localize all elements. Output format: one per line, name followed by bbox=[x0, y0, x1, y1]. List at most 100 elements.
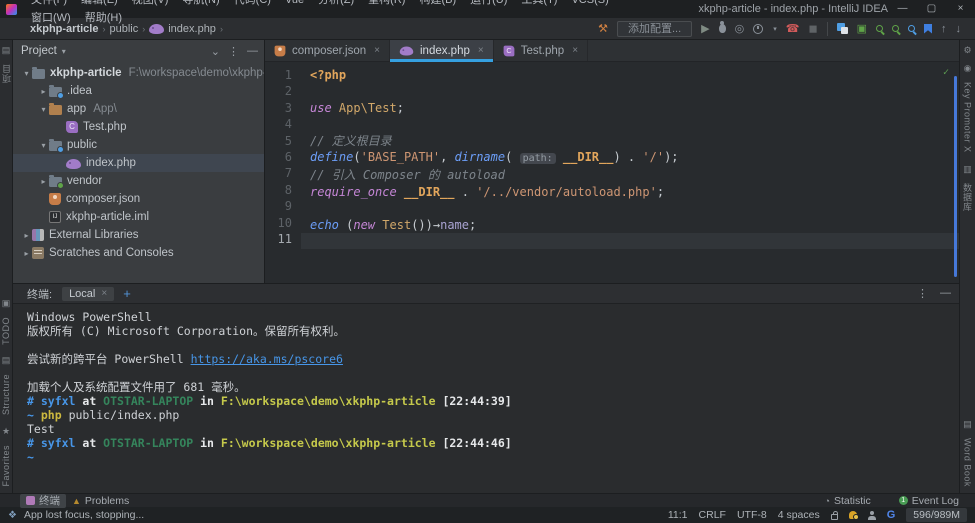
build-hammer-icon[interactable]: ⚒ bbox=[598, 22, 608, 36]
stop-icon[interactable]: ◼ bbox=[808, 22, 817, 36]
caret-position-widget[interactable]: 11:1 bbox=[668, 509, 688, 521]
code-editor[interactable]: 1234567891011 <?php use App\Test; // 定义根… bbox=[265, 62, 959, 283]
profiler-clock-icon bbox=[753, 24, 763, 34]
bookmark-icon[interactable] bbox=[924, 24, 932, 34]
chevron-open-icon[interactable]: ▾ bbox=[38, 105, 49, 114]
search-blue-icon[interactable] bbox=[908, 25, 915, 32]
indent-widget[interactable]: 4 spaces bbox=[778, 509, 820, 521]
terminal-options-icon[interactable]: ⋮ bbox=[917, 287, 928, 300]
terminal-output[interactable]: Windows PowerShell版权所有 (C) Microsoft Cor… bbox=[13, 304, 959, 493]
event-log-button[interactable]: 1 Event Log bbox=[893, 494, 965, 508]
stripe-label-数据库[interactable]: 数据库 bbox=[961, 183, 974, 212]
menu-item-代码[interactable]: 代码(C) bbox=[227, 0, 278, 6]
tool-window-switcher-icon[interactable]: ❖ bbox=[8, 510, 17, 521]
tree-item[interactable]: ▾appApp\ bbox=[13, 100, 264, 118]
encoding-widget[interactable]: UTF-8 bbox=[737, 509, 767, 521]
memory-indicator[interactable]: 596/989M bbox=[906, 508, 967, 522]
stripe-label-Word Book[interactable]: Word Book bbox=[963, 438, 973, 487]
profiler-clock-icon[interactable] bbox=[753, 24, 763, 34]
notification-bell-icon[interactable] bbox=[849, 511, 857, 519]
tree-item[interactable]: ▸Scratches and Consoles bbox=[13, 244, 264, 262]
run-icon[interactable]: ▶ bbox=[701, 22, 709, 36]
nav-up-icon[interactable]: ↑ bbox=[941, 22, 947, 36]
terminal-tab-local[interactable]: Local × bbox=[62, 287, 114, 301]
attach-process-icon[interactable]: ☎ bbox=[786, 22, 800, 36]
code-token: ( bbox=[339, 218, 353, 232]
editor-scrollbar[interactable] bbox=[954, 76, 957, 277]
close-icon[interactable]: × bbox=[374, 45, 380, 56]
menu-item-分析[interactable]: 分析(Z) bbox=[311, 0, 361, 6]
breadcrumb-item[interactable]: index.php bbox=[168, 23, 216, 35]
run-coverage-icon[interactable]: ◎ bbox=[735, 22, 745, 36]
tree-item[interactable]: ▸External Libraries bbox=[13, 226, 264, 244]
tab-index.php[interactable]: index.php× bbox=[390, 40, 494, 61]
tree-item[interactable]: index.php bbox=[13, 154, 264, 172]
tree-item[interactable]: ▾xkphp-articleF:\workspace\demo\xkphp-ar… bbox=[13, 64, 264, 82]
tree-item[interactable]: ▸.idea bbox=[13, 82, 264, 100]
terminal-hide-icon[interactable]: — bbox=[940, 287, 951, 300]
menu-item-Vue[interactable]: Vue bbox=[278, 0, 311, 6]
class-icon: C bbox=[503, 45, 514, 56]
run-configuration-combo[interactable]: 添加配置... bbox=[617, 21, 692, 37]
problems-toolwindow-button[interactable]: ▲ Problems bbox=[66, 494, 135, 508]
close-icon[interactable]: × bbox=[101, 288, 107, 299]
tree-item[interactable]: IJxkphp-article.iml bbox=[13, 208, 264, 226]
menu-item-运行[interactable]: 运行(U) bbox=[463, 0, 514, 6]
stripe-label-项目[interactable]: 项目 bbox=[0, 64, 13, 83]
chevron-open-icon[interactable]: ▾ bbox=[38, 141, 49, 150]
editor-code-line: // 定义根目录 bbox=[301, 133, 959, 149]
lock-icon[interactable] bbox=[831, 514, 838, 520]
stripe-label-Structure[interactable]: Structure bbox=[1, 374, 11, 415]
codeglance-icon[interactable]: ▣ bbox=[857, 22, 867, 36]
minimize-button[interactable]: — bbox=[888, 0, 917, 18]
collapse-all-icon[interactable]: ⌄ bbox=[211, 45, 220, 58]
hide-panel-icon[interactable]: — bbox=[247, 45, 258, 58]
more-options-icon[interactable]: ⋮ bbox=[228, 45, 239, 58]
terminal-toolwindow-button[interactable]: 终端 bbox=[20, 494, 66, 508]
project-panel-title[interactable]: Project bbox=[21, 45, 57, 57]
close-icon[interactable]: × bbox=[478, 45, 484, 56]
tree-item[interactable]: ▾public bbox=[13, 136, 264, 154]
chevron-closed-icon[interactable]: ▸ bbox=[21, 231, 32, 240]
menu-item-重构[interactable]: 重构(R) bbox=[361, 0, 412, 6]
find-in-path-icon[interactable] bbox=[892, 25, 899, 32]
menu-item-VCS[interactable]: VCS(S) bbox=[564, 0, 615, 6]
project-tree: ▾xkphp-articleF:\workspace\demo\xkphp-ar… bbox=[13, 62, 264, 283]
line-number: 11 bbox=[265, 231, 292, 247]
debug-bug-icon[interactable] bbox=[719, 24, 726, 33]
tree-item[interactable]: ▸vendor bbox=[13, 172, 264, 190]
close-icon[interactable]: × bbox=[572, 45, 578, 56]
close-button[interactable]: × bbox=[946, 0, 975, 18]
breadcrumb-item[interactable]: xkphp-article bbox=[30, 23, 98, 35]
tree-item-label: xkphp-article.iml bbox=[66, 211, 149, 223]
terminal-link[interactable]: https://aka.ms/pscore6 bbox=[191, 352, 343, 366]
new-terminal-button[interactable]: + bbox=[123, 286, 131, 301]
nav-down-icon[interactable]: ↓ bbox=[956, 22, 962, 36]
menu-item-视图[interactable]: 视图(V) bbox=[125, 0, 176, 6]
parameter-hint: path: bbox=[520, 153, 556, 164]
chevron-closed-icon[interactable]: ▸ bbox=[38, 87, 49, 96]
menu-item-构建[interactable]: 构建(B) bbox=[412, 0, 463, 6]
stripe-label-TODO[interactable]: TODO bbox=[1, 317, 11, 345]
menu-item-工具[interactable]: 工具(T) bbox=[514, 0, 564, 6]
tree-item[interactable]: composer.json bbox=[13, 190, 264, 208]
menu-item-导航[interactable]: 导航(N) bbox=[175, 0, 226, 6]
chevron-closed-icon[interactable]: ▸ bbox=[21, 249, 32, 258]
google-translate-icon[interactable]: G bbox=[887, 509, 896, 521]
stripe-label-Key Promoter X[interactable]: Key Promoter X bbox=[963, 82, 973, 153]
search-everywhere-icon[interactable] bbox=[876, 25, 883, 32]
maximize-button[interactable]: ▢ bbox=[917, 0, 946, 18]
chevron-closed-icon[interactable]: ▸ bbox=[38, 177, 49, 186]
menu-item-编辑[interactable]: 编辑(E) bbox=[74, 0, 125, 6]
menu-item-文件[interactable]: 文件(F) bbox=[24, 0, 74, 6]
user-icon[interactable] bbox=[868, 516, 876, 520]
tab-composer.json[interactable]: composer.json× bbox=[265, 40, 390, 61]
statistic-button[interactable]: ◔ Statistic bbox=[819, 494, 877, 508]
tree-item[interactable]: CTest.php bbox=[13, 118, 264, 136]
line-ending-widget[interactable]: CRLF bbox=[699, 509, 726, 521]
stripe-label-Favorites[interactable]: Favorites bbox=[1, 445, 11, 487]
breadcrumb-item[interactable]: public bbox=[109, 23, 138, 35]
tab-Test.php[interactable]: CTest.php× bbox=[494, 40, 588, 61]
chevron-open-icon[interactable]: ▾ bbox=[21, 69, 32, 78]
translate-icon[interactable] bbox=[837, 23, 848, 34]
